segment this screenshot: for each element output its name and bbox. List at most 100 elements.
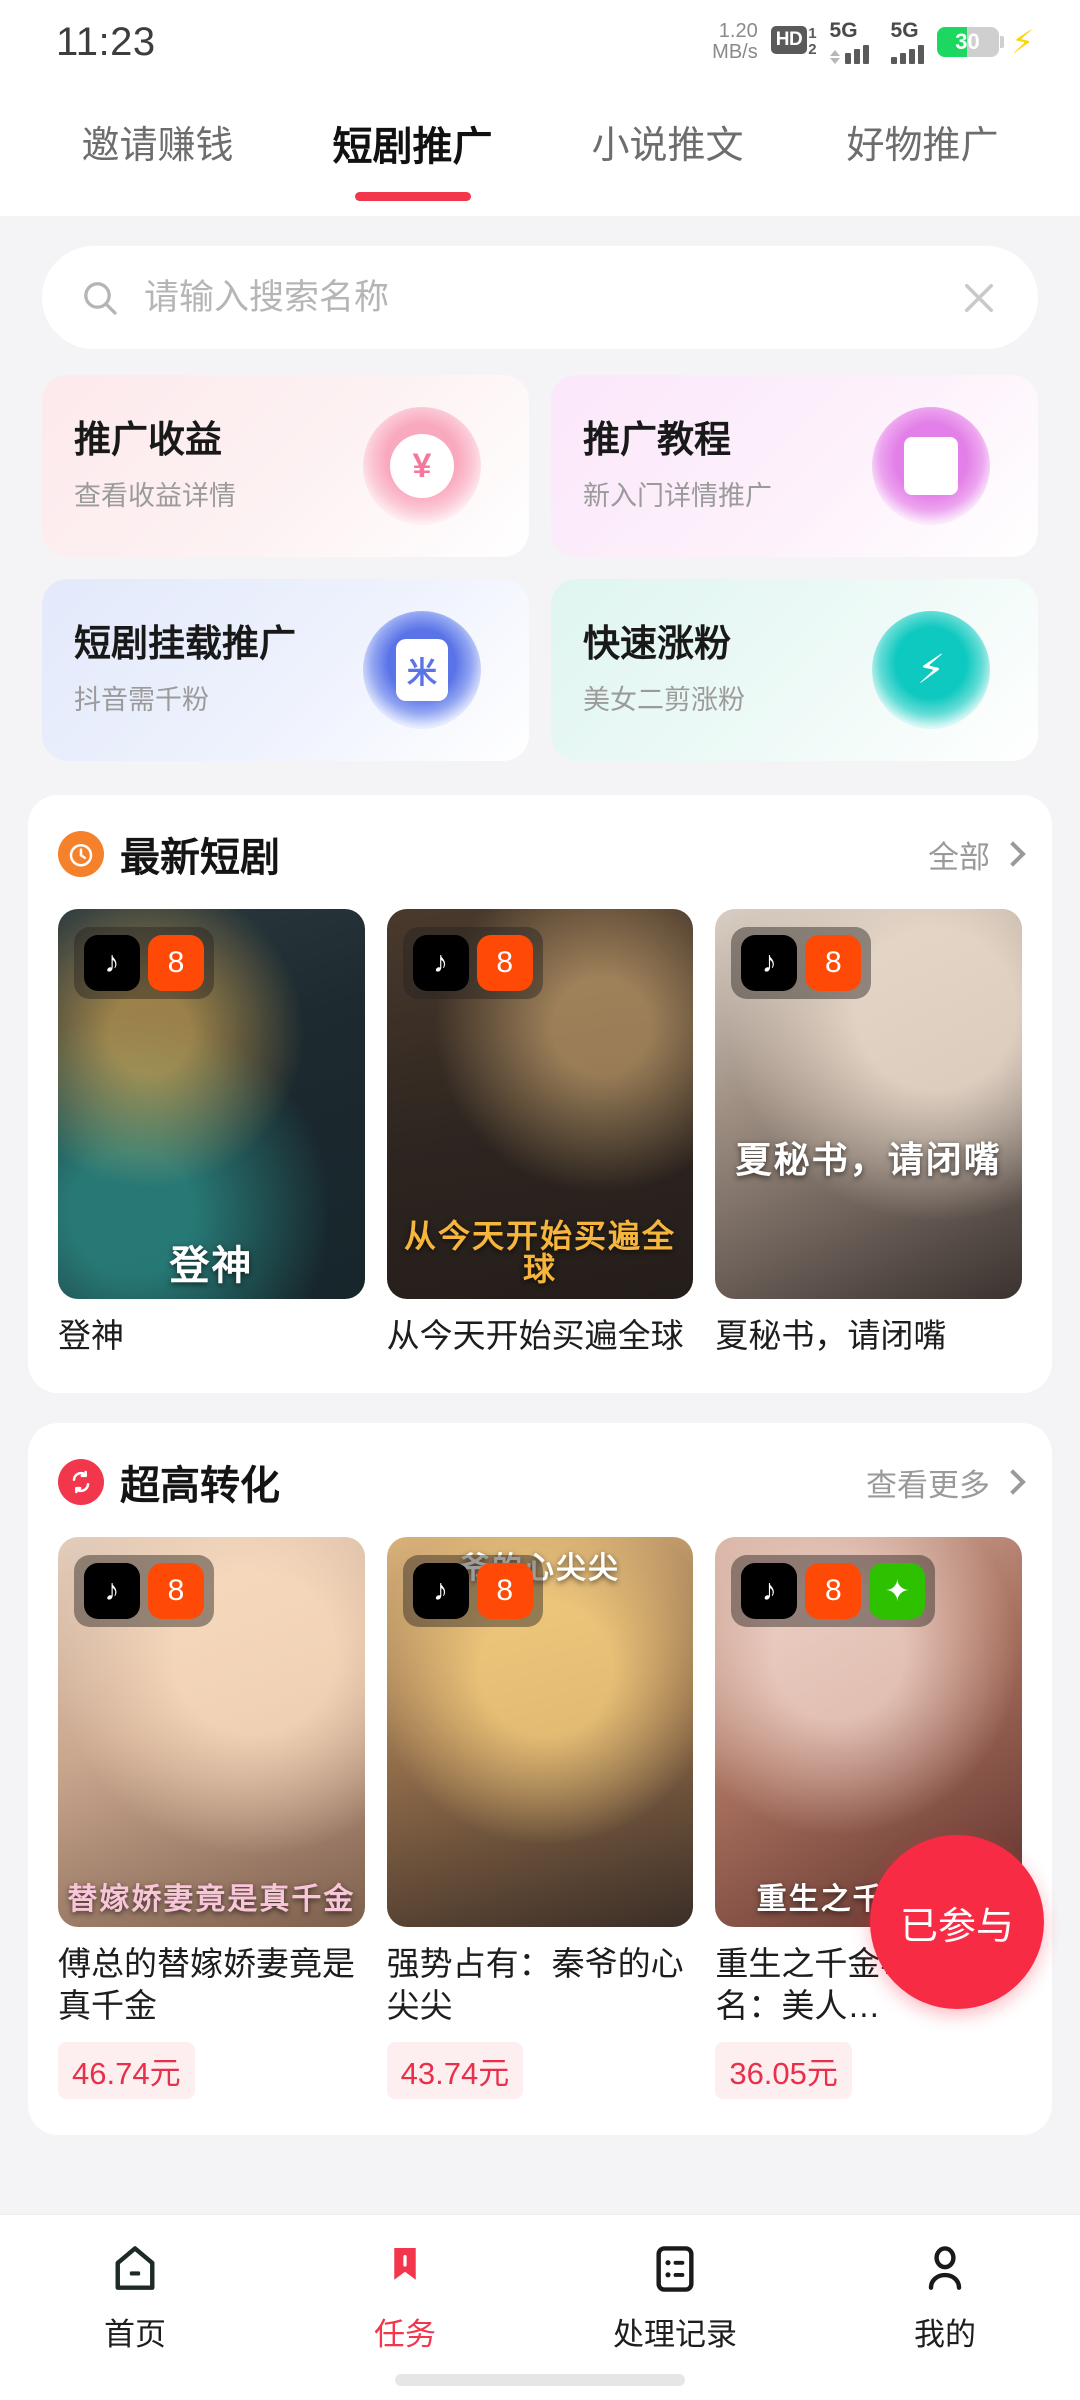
yuan-currency-icon: ¥: [357, 401, 487, 531]
status-bar: 11:23 1.20 MB/s HD 1 2 5G 5G 30 ⚡: [0, 0, 1080, 84]
tab-invite-earn[interactable]: 邀请赚钱: [30, 106, 285, 169]
section-view-all-link[interactable]: 全部: [928, 832, 1026, 877]
sim2-signal-icon: 5G: [890, 20, 924, 64]
drama-title: 登神: [58, 1317, 124, 1354]
search-bar[interactable]: [42, 246, 1038, 349]
tab-label: 好物推广: [846, 125, 999, 167]
network-speed-indicator: 1.20 MB/s: [712, 21, 758, 63]
feature-card-subtitle: 新入门详情推广: [583, 480, 772, 511]
home-gesture-indicator[interactable]: [395, 2374, 685, 2386]
poster-artwork-title: 登神: [169, 1244, 254, 1288]
kuaishou-icon: 8: [805, 1563, 862, 1620]
task-bookmark-icon: [394, 2248, 416, 2280]
lightning-bolt-icon: ⚡: [1011, 24, 1034, 60]
bottom-navigation-bar: 首页 任务 处理记录 我的: [0, 2214, 1080, 2400]
close-x-icon[interactable]: [958, 277, 1000, 319]
drama-price: 36.05元: [715, 2041, 852, 2099]
nav-label: 首页: [104, 2317, 166, 2352]
douyin-icon: ♪: [741, 935, 798, 991]
poster-artwork-title: 夏秘书，请闭嘴: [735, 1139, 1002, 1181]
nav-item-home[interactable]: 首页: [0, 2241, 270, 2354]
platform-badges: ♪ 8: [74, 1555, 214, 1628]
wechat-icon: ✦: [869, 1563, 926, 1620]
drama-list: ♪ 8 替嫁娇妻竟是真千金 傅总的替嫁娇妻竟是真千金 46.74元 ♪ 8 爷的…: [58, 1537, 1022, 2099]
nav-label: 任务: [374, 2317, 436, 2352]
hd-voice-icon: HD 1 2: [770, 25, 817, 58]
drama-card[interactable]: ♪ 8 夏秘书，请闭嘴 夏秘书，请闭嘴: [715, 909, 1022, 1357]
search-icon: [84, 281, 117, 315]
nav-label: 处理记录: [613, 2317, 737, 2352]
drama-card[interactable]: ♪ 8 ✦ 重生之千金毒妃 重生之千金毒妃（又名：美人… 36.05元: [715, 1537, 1022, 2099]
data-transfer-icon: [829, 50, 840, 64]
network-speed-unit: MB/s: [712, 41, 758, 63]
drama-poster[interactable]: ♪ 8 爷的心尖尖: [386, 1537, 694, 1928]
alarm-clock-icon: [58, 831, 104, 877]
top-tab-bar: 邀请赚钱 短剧推广 小说推文 好物推广: [0, 84, 1080, 216]
hd-sim2-number: 2: [808, 41, 817, 58]
feature-card-drama-mount-promotion[interactable]: 短剧挂载推广 抖音需千粉 米: [42, 579, 529, 761]
drama-title: 强势占有：秦爷的心尖尖: [386, 1945, 684, 2025]
feature-card-promotion-tutorial[interactable]: 推广教程 新入门详情推广: [551, 375, 1038, 557]
app-screen: 11:23 1.20 MB/s HD 1 2 5G 5G 30 ⚡ 邀请赚钱 短…: [0, 0, 1080, 2400]
nav-item-profile[interactable]: 我的: [810, 2241, 1080, 2354]
nav-item-tasks[interactable]: 任务: [270, 2241, 540, 2354]
tab-goods-promotion[interactable]: 好物推广: [795, 106, 1050, 169]
section-view-more-link[interactable]: 查看更多: [866, 1460, 1026, 1505]
tab-label: 邀请赚钱: [81, 125, 234, 167]
fans-growth-icon: ⚡: [866, 605, 996, 735]
feature-card-glyph: ⚡: [916, 648, 946, 692]
feature-card-glyph: ¥: [390, 434, 454, 498]
feature-card-subtitle: 美女二剪涨粉: [583, 684, 745, 715]
feature-card-promotion-earnings[interactable]: 推广收益 查看收益详情 ¥: [42, 375, 529, 557]
drama-card[interactable]: ♪ 8 从今天开始买遍全球 从今天开始买遍全球: [386, 909, 694, 1357]
chevron-right-icon: [1000, 841, 1026, 867]
feature-card-glyph: 米: [396, 639, 448, 701]
feature-card-fast-fans-growth[interactable]: 快速涨粉 美女二剪涨粉 ⚡: [551, 579, 1038, 761]
feature-card-grid: 推广收益 查看收益详情 ¥ 推广教程 新入门详情推广 短剧挂载推广 抖音需千粉 …: [0, 375, 1080, 761]
platform-badges: ♪ 8: [731, 927, 872, 999]
drama-title: 傅总的替嫁娇妻竟是真千金: [58, 1945, 355, 2025]
sim1-signal-icon: 5G: [829, 20, 878, 64]
hd-sim1-number: 1: [808, 25, 817, 43]
tab-short-drama-promotion[interactable]: 短剧推广: [285, 106, 540, 201]
section-title: 最新短剧: [120, 836, 280, 880]
section-more-label: 全部: [928, 839, 990, 875]
search-input[interactable]: [144, 277, 958, 318]
joined-floating-button[interactable]: 已参与: [870, 1835, 1044, 2009]
feature-card-title: 推广教程: [583, 419, 731, 461]
feature-card-title: 快速涨粉: [583, 623, 731, 665]
tab-label: 小说推文: [591, 125, 744, 167]
platform-badges: ♪ 8 ✦: [731, 1555, 936, 1628]
drama-title: 夏秘书，请闭嘴: [715, 1317, 947, 1354]
douyin-icon: ♪: [84, 935, 140, 991]
chevron-right-icon: [1000, 1469, 1026, 1495]
drama-poster[interactable]: ♪ 8 夏秘书，请闭嘴: [715, 909, 1022, 1299]
home-icon: [115, 2246, 155, 2290]
kuaishou-icon: 8: [476, 1563, 533, 1620]
tab-novel-promotion[interactable]: 小说推文: [540, 106, 795, 169]
status-icons: 1.20 MB/s HD 1 2 5G 5G 30 ⚡: [712, 20, 1034, 64]
joined-button-label: 已参与: [899, 1905, 1014, 1948]
feature-card-subtitle: 抖音需千粉: [74, 684, 209, 715]
section-high-conversion: 超高转化 查看更多 ♪ 8 替嫁娇妻竟是真千金 傅总的替嫁娇妻竟是真千金 46.…: [28, 1423, 1052, 2135]
poster-artwork-title: 从今天开始买遍全球: [403, 1217, 676, 1288]
section-header: 超高转化 查看更多: [58, 1453, 1026, 1511]
douyin-icon: ♪: [412, 935, 469, 991]
drama-poster[interactable]: ♪ 8 替嫁娇妻竟是真千金: [58, 1537, 365, 1928]
platform-badges: ♪ 8: [74, 927, 214, 999]
drama-poster[interactable]: ♪ 8 登神: [58, 909, 365, 1299]
sim2-signal-bars: [890, 43, 924, 64]
platform-badges: ♪ 8: [402, 927, 543, 999]
drama-card[interactable]: ♪ 8 登神 登神: [58, 909, 365, 1357]
poster-artwork-title: 替嫁娇妻竟是真千金: [67, 1882, 356, 1916]
status-clock: 11:23: [56, 19, 156, 64]
drama-list: ♪ 8 登神 登神 ♪ 8 从今天开始买遍全球 从今天开始买遍全球 ♪ 8 夏秘…: [58, 909, 1022, 1357]
search-section: [0, 216, 1080, 375]
drama-title: 从今天开始买遍全球: [386, 1317, 684, 1354]
drama-card[interactable]: ♪ 8 爷的心尖尖 强势占有：秦爷的心尖尖 43.74元: [386, 1537, 694, 2099]
book-icon: [866, 401, 996, 531]
drama-poster[interactable]: ♪ 8 从今天开始买遍全球: [386, 909, 694, 1299]
drama-card[interactable]: ♪ 8 替嫁娇妻竟是真千金 傅总的替嫁娇妻竟是真千金 46.74元: [58, 1537, 365, 2099]
nav-item-records[interactable]: 处理记录: [540, 2241, 810, 2354]
platform-badges: ♪ 8: [402, 1555, 543, 1628]
